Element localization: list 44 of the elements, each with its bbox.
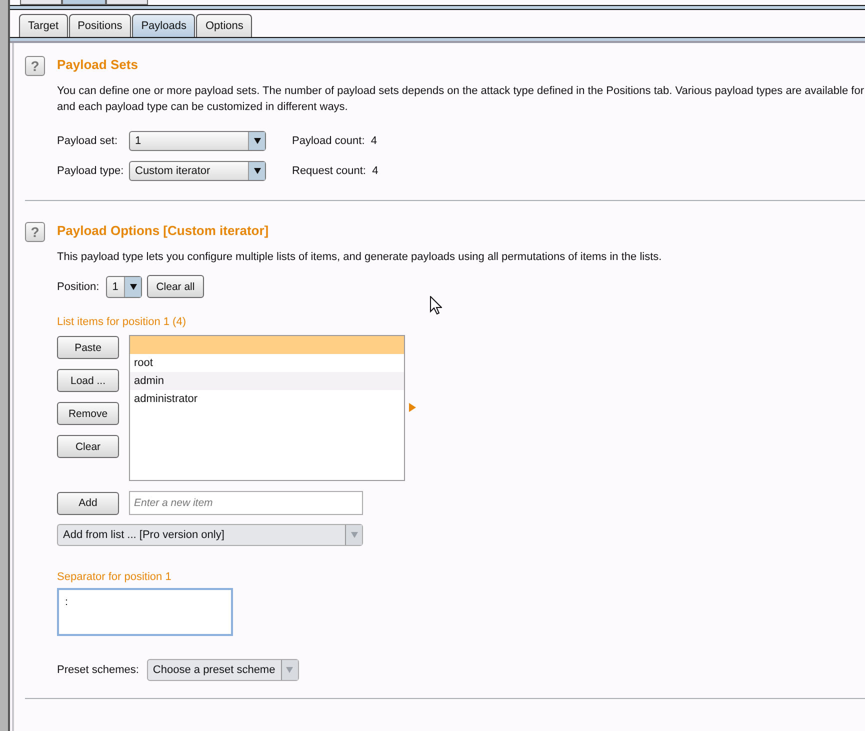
section-title: Payload Options [Custom iterator]: [57, 222, 270, 240]
expand-icon[interactable]: [409, 403, 416, 412]
field-label: Payload type:: [57, 165, 125, 177]
caret-icon: [130, 284, 137, 290]
tab[interactable]: Options: [196, 14, 252, 37]
tab[interactable]: [20, 0, 62, 5]
dropdown[interactable]: 1: [129, 131, 266, 151]
tab[interactable]: Target: [19, 14, 68, 37]
tab[interactable]: [106, 0, 148, 5]
help-button[interactable]: ?: [25, 222, 45, 242]
help-button[interactable]: ?: [25, 56, 45, 76]
input-field[interactable]: :: [57, 588, 233, 636]
list-button[interactable]: Remove: [57, 402, 119, 425]
list-item[interactable]: admin: [130, 372, 404, 390]
caret-icon: [350, 532, 358, 538]
item-list[interactable]: root admin administrator: [129, 335, 405, 481]
tab[interactable]: Positions: [68, 14, 132, 37]
section-title: Payload Sets: [57, 56, 139, 74]
list-item[interactable]: administrator: [130, 390, 404, 408]
input-field[interactable]: Enter a new item: [129, 491, 363, 515]
description: You can define one or more payload sets. The number of payload sets depends on the attack type defined in the Positions tab. Various payload types are available for: [57, 84, 864, 99]
caret-icon: [254, 168, 260, 174]
field-label: Preset schemes:: [57, 664, 139, 676]
clear-all-button[interactable]: Clear all: [147, 275, 204, 298]
caret-icon: [286, 667, 294, 673]
dropdown[interactable]: Custom iterator: [129, 161, 266, 181]
list-button[interactable]: Load ...: [57, 369, 119, 392]
list-item[interactable]: root: [130, 354, 404, 372]
field-label: Payload set:: [57, 135, 119, 147]
mouse-pointer-icon: [430, 296, 442, 315]
field-label: Position:: [57, 280, 100, 292]
list-button[interactable]: Paste: [57, 336, 119, 359]
list-button[interactable]: Clear: [57, 435, 119, 458]
description: and each payload type can be customized in different ways.: [57, 100, 349, 115]
count-label: Payload count: 4: [292, 135, 378, 147]
caret-icon: [254, 138, 260, 144]
add-button[interactable]: Add: [57, 492, 119, 514]
field-label: Separator for position 1: [57, 571, 172, 583]
description: This payload type lets you configure multiple lists of items, and generate payloads using all permutations of items in the lists.: [57, 250, 662, 265]
tab[interactable]: Payloads: [132, 14, 196, 37]
count-label: Request count: 4: [292, 165, 378, 177]
list-label: List items for position 1 (4): [57, 316, 187, 328]
tab[interactable]: [62, 0, 106, 5]
dropdown[interactable]: 1: [106, 276, 142, 298]
